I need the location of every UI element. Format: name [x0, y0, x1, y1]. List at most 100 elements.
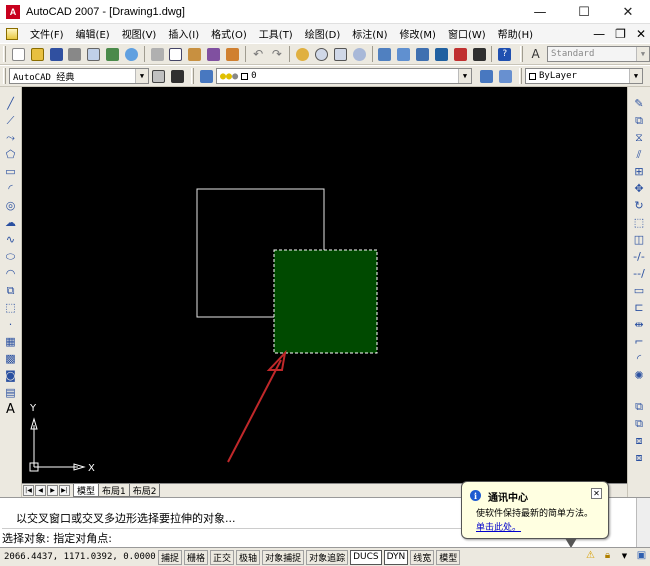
command-prompt-line[interactable]: 选择对象: 指定对角点:	[2, 528, 472, 546]
revision-cloud-icon[interactable]: ☁	[3, 214, 19, 231]
prev-tab-button[interactable]: ◀	[35, 485, 46, 496]
balloon-close-button[interactable]: ✕	[591, 488, 602, 499]
grid-toggle[interactable]: 栅格	[184, 549, 209, 565]
tab-model[interactable]: 模型	[73, 484, 100, 497]
stretch-icon[interactable]: ◫	[631, 231, 647, 248]
text-style-icon[interactable]: A	[527, 46, 544, 63]
minimize-button[interactable]: —	[518, 0, 562, 24]
last-tab-button[interactable]: ▶|	[59, 485, 70, 496]
zoom-window-icon[interactable]	[332, 46, 349, 63]
menu-tools[interactable]: 工具(T)	[253, 26, 299, 41]
make-object-layer-current-icon[interactable]	[478, 68, 495, 85]
pan-icon[interactable]	[294, 46, 311, 63]
new-icon[interactable]	[10, 46, 27, 63]
etransmit-icon[interactable]	[123, 46, 140, 63]
plot-icon[interactable]	[66, 46, 83, 63]
rectangle-icon[interactable]: ▭	[3, 163, 19, 180]
explode-icon[interactable]: ✺	[631, 367, 647, 384]
layer-manager-icon[interactable]	[198, 68, 215, 85]
circle-icon[interactable]: ◎	[3, 197, 19, 214]
lock-icon[interactable]: ●	[232, 71, 238, 82]
save-icon[interactable]	[48, 46, 65, 63]
ellipse-arc-icon[interactable]: ◠	[3, 265, 19, 282]
document-icon[interactable]	[6, 27, 18, 40]
copy-object-icon[interactable]: ⧉	[631, 112, 647, 129]
chevron-down-icon[interactable]: ▼	[135, 69, 148, 83]
model-toggle[interactable]: 模型	[436, 549, 461, 565]
doc-minimize-button[interactable]: —	[593, 27, 605, 41]
doc-restore-button[interactable]: ❐	[615, 27, 626, 41]
menu-help[interactable]: 帮助(H)	[492, 26, 539, 41]
toolbar-grip[interactable]	[3, 46, 6, 62]
open-icon[interactable]	[29, 46, 46, 63]
layer-previous-icon[interactable]	[497, 68, 514, 85]
fillet-icon[interactable]: ◜	[631, 350, 647, 367]
ducs-toggle[interactable]: DUCS	[350, 549, 382, 565]
menu-modify[interactable]: 修改(M)	[394, 26, 442, 41]
trim-icon[interactable]: -/-	[631, 248, 647, 265]
spline-icon[interactable]: ∿	[3, 231, 19, 248]
autocad-app-icon[interactable]: A	[6, 4, 20, 19]
first-tab-button[interactable]: |◀	[23, 485, 34, 496]
undo-icon[interactable]: ↶	[250, 46, 267, 63]
tab-layout2[interactable]: 布局2	[128, 484, 161, 497]
offset-icon[interactable]: ⫽	[631, 146, 647, 163]
arc-icon[interactable]: ◜	[3, 180, 19, 197]
menu-file[interactable]: 文件(F)	[24, 26, 70, 41]
chamfer-icon[interactable]: ⌐	[631, 333, 647, 350]
next-tab-button[interactable]: ▶	[47, 485, 58, 496]
workspace-settings-icon[interactable]	[150, 68, 167, 85]
draworder-front-icon[interactable]: ⧉	[631, 398, 647, 415]
publish-icon[interactable]	[104, 46, 121, 63]
draworder-back-icon[interactable]: ⧉	[631, 415, 647, 432]
menu-dimension[interactable]: 标注(N)	[346, 26, 393, 41]
hatch-icon[interactable]: ▦	[3, 333, 19, 350]
design-center-icon[interactable]	[395, 46, 412, 63]
extend-icon[interactable]: --/	[631, 265, 647, 282]
ellipse-icon[interactable]: ⬭	[3, 248, 19, 265]
balloon-link[interactable]: 单击此处。	[476, 520, 521, 533]
block-editor-icon[interactable]	[224, 46, 241, 63]
polygon-icon[interactable]: ⬠	[3, 146, 19, 163]
osnap-toggle[interactable]: 对象捕捉	[262, 549, 305, 565]
clean-screen-icon[interactable]: ▣	[635, 549, 648, 562]
line-icon[interactable]: ╱	[3, 95, 19, 112]
redo-icon[interactable]: ↷	[269, 46, 286, 63]
tab-layout1[interactable]: 布局1	[98, 484, 130, 497]
chevron-down-icon[interactable]: ▼	[618, 549, 631, 562]
menu-draw[interactable]: 绘图(D)	[299, 26, 347, 41]
chevron-down-icon[interactable]: ▼	[629, 69, 642, 83]
draworder-above-icon[interactable]: ⧈	[631, 432, 647, 449]
markup-icon[interactable]	[452, 46, 469, 63]
construction-line-icon[interactable]: ⟋	[3, 112, 19, 129]
join-icon[interactable]: ⇹	[631, 316, 647, 333]
array-icon[interactable]: ⊞	[631, 163, 647, 180]
cut-icon[interactable]	[149, 46, 166, 63]
chevron-down-icon[interactable]: ▼	[635, 47, 649, 61]
paste-icon[interactable]	[186, 46, 203, 63]
coordinates-readout[interactable]: 2066.4437, 1171.0392, 0.0000	[0, 550, 156, 565]
rotate-icon[interactable]: ↻	[631, 197, 647, 214]
text-style-select[interactable]: Standard ▼	[547, 46, 650, 62]
break-at-point-icon[interactable]: ▭	[631, 282, 647, 299]
gradient-icon[interactable]: ▩	[3, 350, 19, 367]
snap-toggle[interactable]: 捕捉	[158, 549, 183, 565]
lock-icon[interactable]: 🔒︎	[601, 549, 614, 562]
menu-window[interactable]: 窗口(W)	[442, 26, 492, 41]
close-button[interactable]: ✕	[606, 0, 650, 24]
multiline-text-icon[interactable]: A	[3, 401, 19, 418]
polyline-icon[interactable]: ⤳	[3, 129, 19, 146]
scale-icon[interactable]: ⬚	[631, 214, 647, 231]
help-icon[interactable]: ?	[496, 46, 513, 63]
menu-format[interactable]: 格式(O)	[205, 26, 253, 41]
zoom-previous-icon[interactable]	[351, 46, 368, 63]
otrack-toggle[interactable]: 对象追踪	[306, 549, 349, 565]
move-icon[interactable]: ✥	[631, 180, 647, 197]
menu-view[interactable]: 视图(V)	[116, 26, 163, 41]
maximize-button[interactable]: ☐	[562, 0, 606, 24]
chevron-down-icon[interactable]: ▼	[458, 69, 471, 83]
properties-icon[interactable]	[377, 46, 394, 63]
copy-icon[interactable]	[167, 46, 184, 63]
drawing-canvas[interactable]: Y X	[22, 87, 627, 483]
ortho-toggle[interactable]: 正交	[210, 549, 235, 565]
